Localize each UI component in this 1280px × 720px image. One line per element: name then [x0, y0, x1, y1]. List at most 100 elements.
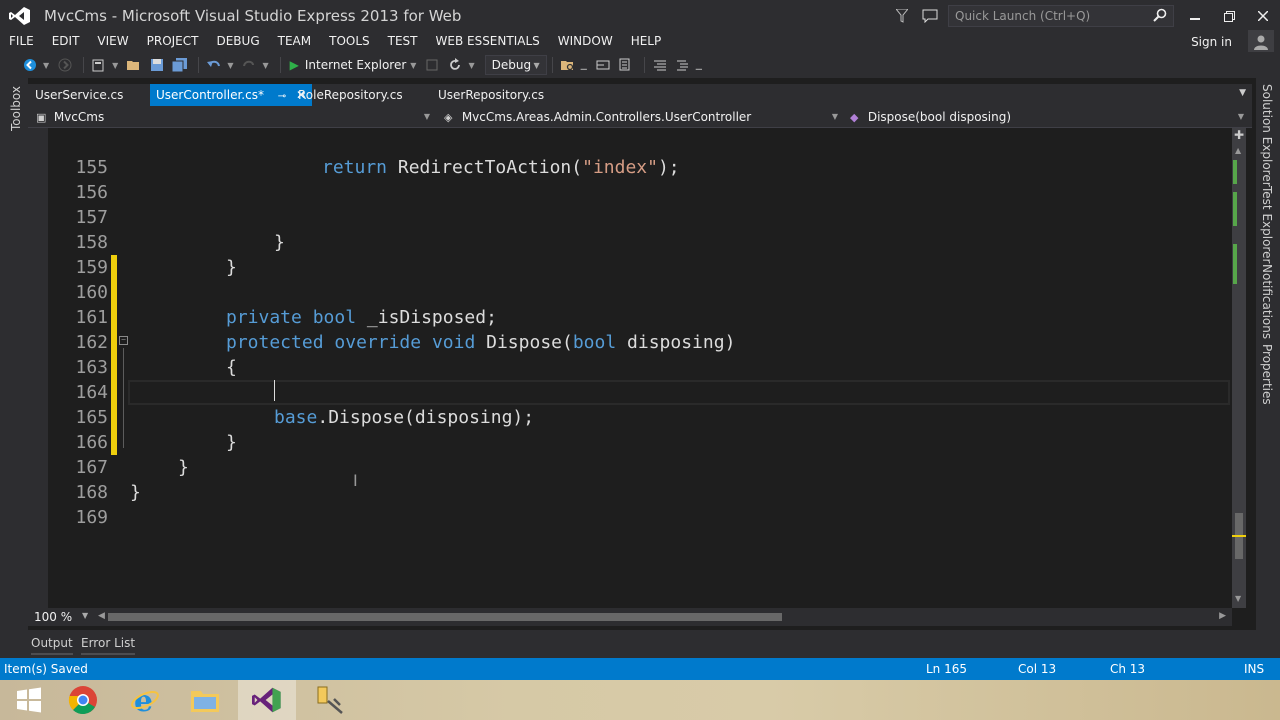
tab-user-controller[interactable]: UserController.cs* ⊸ ✕ [150, 84, 313, 106]
menu-help[interactable]: HELP [622, 30, 671, 52]
align-icon[interactable] [650, 54, 670, 76]
tab-output[interactable]: Output [31, 633, 73, 655]
tab-role-repository[interactable]: RoleRepository.cs [292, 84, 409, 106]
comment-block-icon[interactable] [616, 54, 636, 76]
change-marker [1233, 244, 1237, 284]
search-icon[interactable] [1153, 8, 1167, 25]
code-line[interactable]: 157 [28, 180, 1232, 228]
properties-tab[interactable]: Properties [1260, 344, 1274, 405]
code-line[interactable]: 155 [28, 130, 1232, 178]
solution-configuration-select[interactable]: Debug ▼ [484, 55, 547, 75]
find-dropdown-icon[interactable]: ▁ [581, 61, 587, 70]
refresh-dropdown-icon[interactable]: ▼ [468, 61, 474, 70]
menu-file[interactable]: FILE [0, 30, 43, 52]
bookmark-icon[interactable] [593, 54, 613, 76]
new-project-icon[interactable] [89, 54, 109, 76]
start-icon[interactable] [0, 680, 58, 720]
save-all-icon[interactable] [170, 54, 190, 76]
code-line[interactable]: 162 private bool _isDisposed; [28, 305, 1232, 353]
save-icon[interactable] [147, 54, 167, 76]
pin-icon[interactable]: ⊸ [278, 91, 286, 102]
code-line[interactable]: 156 return RedirectToAction("index"); [28, 155, 1232, 203]
tab-overflow-icon[interactable]: ▼ [1239, 88, 1246, 98]
menu-test[interactable]: TEST [379, 30, 427, 52]
start-debugging-button[interactable]: ▶ Internet Explorer [286, 58, 411, 72]
tab-user-service[interactable]: UserService.cs [29, 84, 129, 106]
sign-in-link[interactable]: Sign in [1191, 32, 1232, 52]
menu-debug[interactable]: DEBUG [207, 30, 268, 52]
redo-dropdown-icon[interactable]: ▼ [262, 61, 268, 70]
redo-icon[interactable] [239, 54, 259, 76]
notifications-tab[interactable]: Notifications [1260, 264, 1274, 339]
minimize-button[interactable] [1178, 2, 1212, 30]
code-line[interactable]: 160 } [28, 255, 1232, 303]
menu-team[interactable]: TEAM [269, 30, 320, 52]
find-in-files-icon[interactable] [558, 54, 578, 76]
changed-line-marker [111, 380, 117, 405]
horizontal-scroll-thumb[interactable] [108, 613, 782, 621]
tab-error-list[interactable]: Error List [81, 633, 136, 655]
back-dropdown-icon[interactable]: ▼ [43, 61, 49, 70]
code-line[interactable]: 167 } [28, 430, 1232, 478]
filter-icon[interactable] [888, 2, 916, 30]
code-line[interactable]: 166 base.Dispose(disposing); [28, 405, 1232, 453]
code-line[interactable]: 161 [28, 280, 1232, 328]
indent-icon[interactable] [673, 54, 693, 76]
open-file-icon[interactable] [124, 54, 144, 76]
menu-window[interactable]: WINDOW [549, 30, 622, 52]
new-project-dropdown-icon[interactable]: ▼ [112, 61, 118, 70]
test-explorer-tab[interactable]: Test Explorer [1260, 186, 1274, 263]
tab-user-repository[interactable]: UserRepository.cs [432, 84, 550, 106]
code-text: } [130, 482, 141, 503]
zoom-dropdown-icon[interactable]: ▼ [82, 611, 88, 620]
close-window-button[interactable] [1246, 2, 1280, 30]
code-line[interactable]: 164 { [28, 355, 1232, 403]
code-line[interactable]: 158 [28, 205, 1232, 253]
code-token: RedirectToAction( [387, 157, 583, 178]
scroll-up-icon[interactable]: ▲ [1235, 146, 1241, 155]
code-line[interactable]: 163 − protected override void Dispose(bo… [28, 330, 1232, 378]
code-line[interactable]: 168 } [28, 455, 1232, 503]
restore-button[interactable] [1212, 2, 1246, 30]
vertical-scrollbar[interactable]: ▲ ▼ [1232, 128, 1246, 608]
tools-icon[interactable] [300, 680, 358, 720]
code-editor[interactable]: 155 156 return RedirectToAction("index")… [28, 128, 1232, 608]
internet-explorer-icon[interactable]: e [116, 680, 174, 720]
menu-view[interactable]: VIEW [88, 30, 137, 52]
changed-line-marker [111, 255, 117, 280]
type-select[interactable]: ◈ MvcCms.Areas.Admin.Controllers.UserCon… [440, 107, 842, 127]
toolbox-tab[interactable]: Toolbox [9, 86, 23, 131]
split-window-icon[interactable]: ✚ [1234, 128, 1244, 142]
file-explorer-icon[interactable] [176, 680, 234, 720]
menu-edit[interactable]: EDIT [43, 30, 89, 52]
chrome-icon[interactable] [54, 680, 112, 720]
code-text: base.Dispose(disposing); [274, 405, 534, 430]
browser-link-icon[interactable] [422, 54, 442, 76]
undo-dropdown-icon[interactable]: ▼ [227, 61, 233, 70]
project-select[interactable]: ▣ MvcCms ▼ [32, 107, 434, 127]
menu-web-essentials[interactable]: WEB ESSENTIALS [427, 30, 549, 52]
collapse-region-icon[interactable]: − [119, 336, 128, 345]
scroll-down-icon[interactable]: ▼ [1235, 594, 1241, 603]
solution-explorer-tab[interactable]: Solution Explorer [1260, 84, 1274, 187]
feedback-icon[interactable] [916, 2, 944, 30]
zoom-level[interactable]: 100 % [34, 610, 72, 624]
menu-project[interactable]: PROJECT [138, 30, 208, 52]
member-select[interactable]: ◆ Dispose(bool disposing) ▼ [846, 107, 1248, 127]
visual-studio-icon[interactable] [238, 680, 296, 720]
scroll-left-icon[interactable]: ◀ [98, 611, 105, 621]
quick-launch-input[interactable]: Quick Launch (Ctrl+Q) [948, 5, 1174, 27]
code-line[interactable]: 159 } [28, 230, 1232, 278]
navigate-back-icon[interactable] [20, 54, 40, 76]
scroll-right-icon[interactable]: ▶ [1219, 611, 1226, 621]
keyword: bool [572, 332, 617, 353]
code-line[interactable]: 169 } [28, 480, 1232, 528]
toolbar-overflow-icon[interactable]: ▁ [696, 61, 702, 70]
code-line[interactable]: 165 [28, 380, 1232, 428]
refresh-browser-icon[interactable] [445, 54, 465, 76]
menu-tools[interactable]: TOOLS [320, 30, 379, 52]
undo-icon[interactable] [204, 54, 224, 76]
navigate-forward-icon[interactable] [55, 54, 75, 76]
run-target-dropdown-icon[interactable]: ▼ [410, 61, 416, 70]
account-icon[interactable] [1248, 30, 1274, 54]
